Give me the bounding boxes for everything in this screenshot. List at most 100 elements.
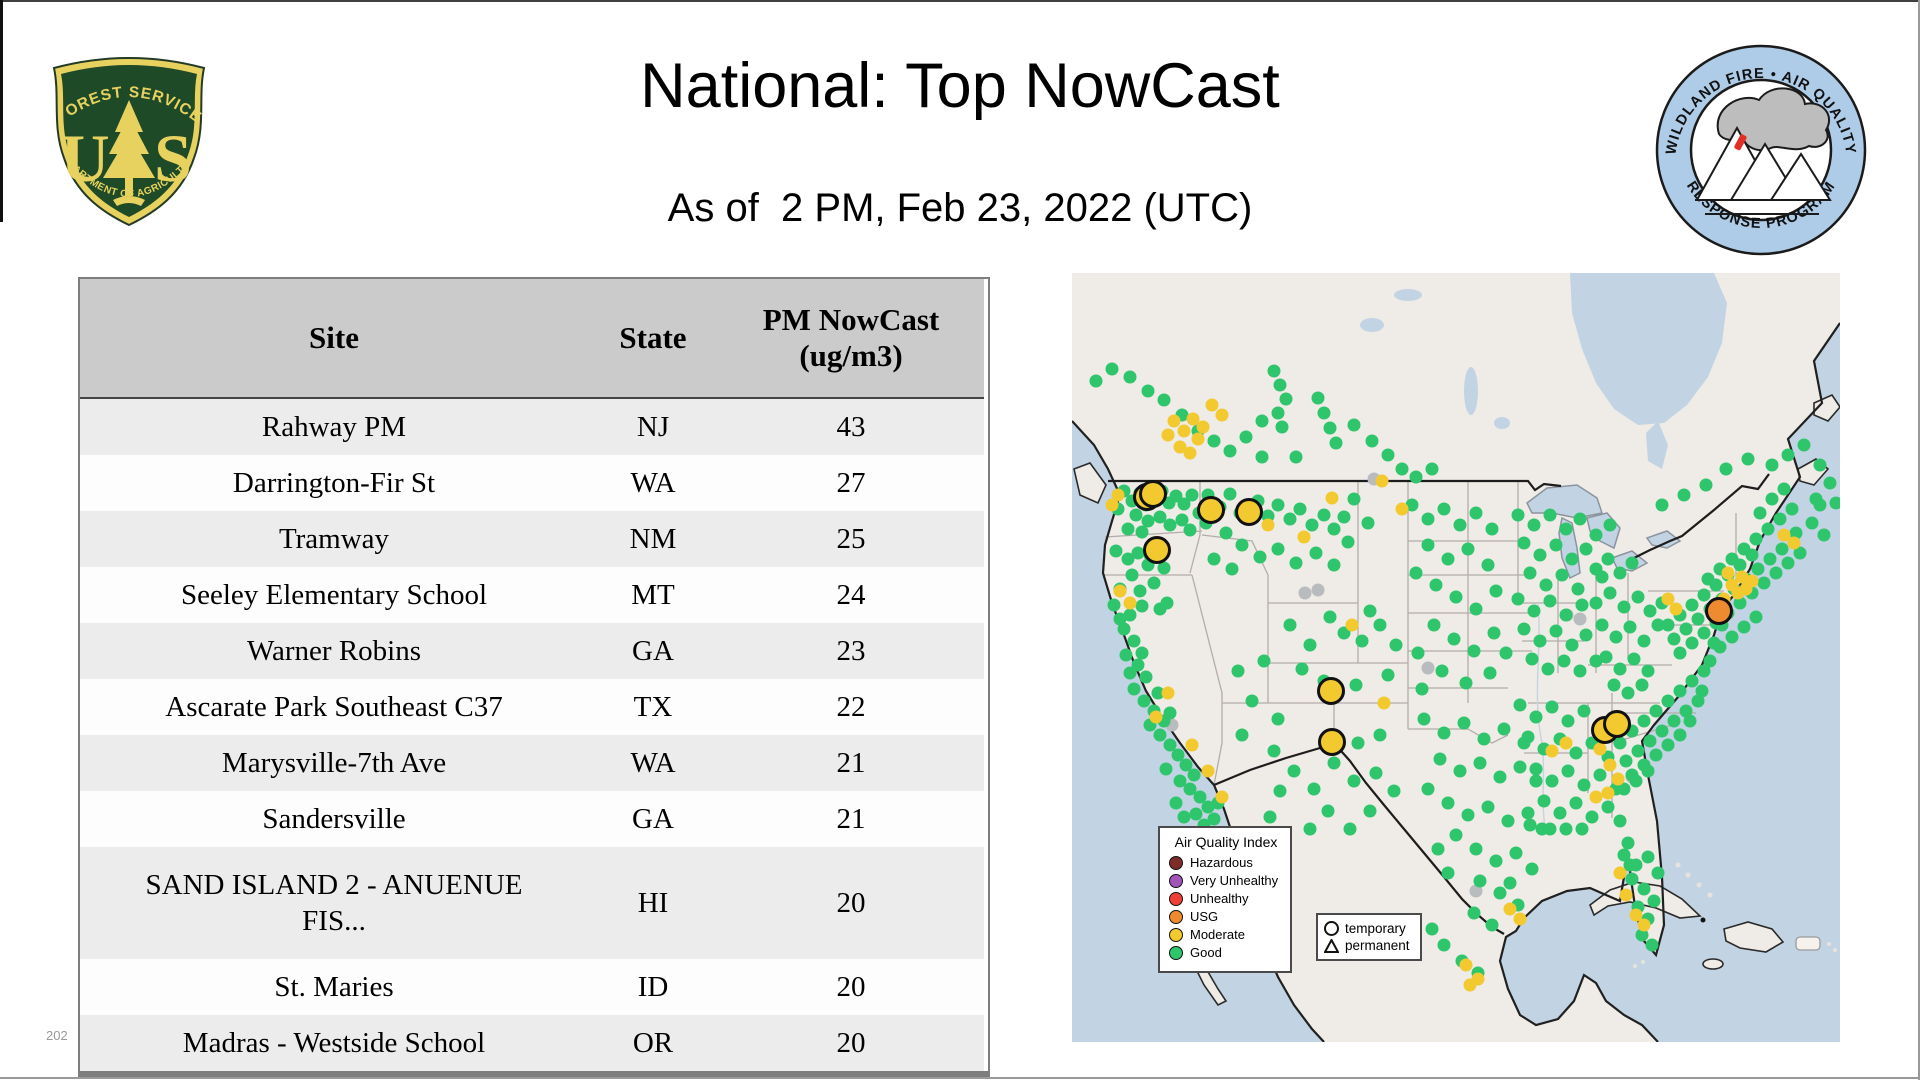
moderate-monitor-dot xyxy=(1637,918,1651,932)
good-monitor-dot xyxy=(1523,566,1537,580)
good-monitor-dot xyxy=(1703,654,1717,668)
good-monitor-dot xyxy=(1643,604,1657,618)
moderate-monitor-dot xyxy=(1113,584,1127,598)
value-cell: 21 xyxy=(718,791,984,847)
good-monitor-dot xyxy=(1603,586,1617,600)
good-monitor-dot xyxy=(1153,728,1167,742)
good-monitor-dot xyxy=(1541,662,1555,676)
value-cell: 23 xyxy=(718,623,984,679)
good-monitor-dot xyxy=(1749,532,1763,546)
good-monitor-dot xyxy=(1685,636,1699,650)
good-monitor-dot xyxy=(1347,774,1361,788)
good-monitor-dot xyxy=(1673,728,1687,742)
marker-type-legend: temporary permanent xyxy=(1316,913,1422,961)
good-monitor-dot xyxy=(1647,894,1661,908)
good-monitor-dot xyxy=(1323,421,1337,435)
good-monitor-dot xyxy=(1421,512,1435,526)
moderate-monitor-dot xyxy=(1215,790,1229,804)
good-monitor-dot xyxy=(1295,662,1309,676)
good-monitor-dot xyxy=(1637,714,1651,728)
value-cell: 20 xyxy=(718,959,984,1015)
good-monitor-dot xyxy=(1635,678,1649,692)
good-monitor-dot xyxy=(1449,828,1463,842)
table-row: Rahway PM NJ 43 xyxy=(80,398,984,455)
report-page: FOREST SERVICE U S DEPARTMENT OF AGRICUL… xyxy=(0,0,1920,1080)
good-monitor-dot xyxy=(1283,618,1297,632)
good-monitor-dot xyxy=(1153,602,1167,616)
good-monitor-dot xyxy=(1631,590,1645,604)
good-monitor-dot xyxy=(1473,874,1487,888)
table-row: SAND ISLAND 2 - ANUENUE FIS... HI 20 xyxy=(80,847,984,959)
site-cell: Madras - Westside School xyxy=(80,1015,588,1071)
good-monitor-dot xyxy=(1257,654,1271,668)
state-cell: WA xyxy=(588,455,718,511)
good-monitor-dot xyxy=(1765,458,1779,472)
good-monitor-dot xyxy=(1245,694,1259,708)
aqi-color-swatch xyxy=(1169,945,1183,960)
good-monitor-dot xyxy=(1651,866,1665,880)
good-monitor-dot xyxy=(1327,522,1341,536)
moderate-monitor-dot xyxy=(1201,764,1215,778)
good-monitor-dot xyxy=(1559,522,1573,536)
good-monitor-dot xyxy=(1323,610,1337,624)
good-monitor-dot xyxy=(1673,646,1687,660)
good-monitor-dot xyxy=(1685,674,1699,688)
good-monitor-dot xyxy=(1411,646,1425,660)
good-monitor-dot xyxy=(1447,632,1461,646)
good-monitor-dot xyxy=(1311,391,1325,405)
page-subtitle: As of 2 PM, Feb 23, 2022 (UTC) xyxy=(667,186,1253,230)
good-monitor-dot xyxy=(1329,436,1343,450)
moderate-monitor-dot xyxy=(1603,758,1617,772)
moderate-monitor-dot xyxy=(1721,566,1735,580)
good-monitor-dot xyxy=(1559,822,1573,836)
good-monitor-dot xyxy=(1613,566,1627,580)
good-monitor-dot xyxy=(1135,599,1149,613)
good-monitor-dot xyxy=(1543,822,1557,836)
good-monitor-dot xyxy=(1321,804,1335,818)
good-monitor-dot xyxy=(1441,866,1455,880)
value-cell: 25 xyxy=(718,511,984,567)
good-monitor-dot xyxy=(1549,624,1563,638)
moderate-monitor-dot xyxy=(1611,772,1625,786)
good-monitor-dot xyxy=(1469,842,1483,856)
moderate-monitor-dot xyxy=(1661,592,1675,606)
wfaqrp-logo: WILDLAND FIRE • AIR QUALITY RESPONSE PRO… xyxy=(1655,44,1867,256)
good-monitor-dot xyxy=(1341,535,1355,549)
good-monitor-dot xyxy=(1679,622,1693,636)
marker-legend-item: temporary xyxy=(1324,921,1414,936)
good-monitor-dot xyxy=(1255,450,1269,464)
top-site-moderate-marker xyxy=(1603,710,1631,738)
good-monitor-dot xyxy=(1435,664,1449,678)
good-monitor-dot xyxy=(1105,362,1119,376)
good-monitor-dot xyxy=(1773,512,1787,526)
aqi-legend-label: Good xyxy=(1190,945,1222,960)
moderate-monitor-dot xyxy=(1196,420,1210,434)
good-monitor-dot xyxy=(1613,814,1627,828)
good-monitor-dot xyxy=(1701,572,1715,586)
good-monitor-dot xyxy=(1661,694,1675,708)
good-monitor-dot xyxy=(1661,738,1675,752)
good-monitor-dot xyxy=(1453,518,1467,532)
column-header-state: State xyxy=(588,279,718,399)
good-monitor-dot xyxy=(1147,576,1161,590)
good-monitor-dot xyxy=(1449,590,1463,604)
good-monitor-dot xyxy=(1545,700,1559,714)
good-monitor-dot xyxy=(1267,744,1281,758)
good-monitor-dot xyxy=(1571,582,1585,596)
state-cell: OR xyxy=(588,1015,718,1071)
good-monitor-dot xyxy=(1137,694,1151,708)
good-monitor-dot xyxy=(1131,546,1145,560)
moderate-monitor-dot xyxy=(1261,518,1275,532)
table-row: Darrington-Fir St WA 27 xyxy=(80,455,984,511)
good-monitor-dot xyxy=(1805,516,1819,530)
moderate-monitor-dot xyxy=(1123,596,1137,610)
good-monitor-dot xyxy=(1387,784,1401,798)
good-monitor-dot xyxy=(1627,652,1641,666)
moderate-monitor-dot xyxy=(1619,888,1633,902)
good-monitor-dot xyxy=(1655,498,1669,512)
good-monitor-dot xyxy=(1263,810,1277,824)
good-monitor-dot xyxy=(1273,784,1287,798)
good-monitor-dot xyxy=(1617,600,1631,614)
good-monitor-dot xyxy=(1317,508,1331,522)
good-monitor-dot xyxy=(1529,762,1543,776)
